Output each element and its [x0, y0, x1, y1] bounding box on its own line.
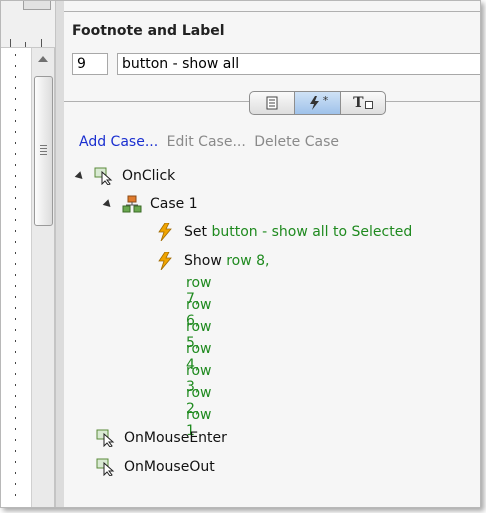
event-cursor-icon — [96, 429, 115, 447]
text-style-box-icon — [364, 101, 373, 109]
ruler-tick — [15, 384, 16, 386]
case1-label: Case 1 — [150, 196, 198, 212]
tree-action-set[interactable]: Set button - show all to Selected — [156, 223, 412, 241]
show-verb: Show — [184, 253, 222, 269]
ruler-tick — [15, 494, 16, 496]
ruler-tick — [15, 274, 16, 276]
collapse-icon[interactable] — [102, 198, 114, 210]
tree-node-onmouseout[interactable]: OnMouseOut — [96, 458, 215, 476]
ruler-tick — [15, 175, 16, 177]
ruler-tick — [15, 153, 16, 155]
ruler-tick — [15, 241, 16, 243]
set-verb: Set — [184, 224, 207, 240]
ruler-tick — [15, 263, 16, 265]
ruler-tick — [15, 87, 16, 89]
ruler-tick — [15, 142, 16, 144]
ruler-tick — [15, 252, 16, 254]
ruler-tick — [15, 197, 16, 199]
ruler-tick — [15, 307, 16, 309]
ruler-tick — [15, 340, 16, 342]
tree-action-show[interactable]: Show row 8, — [156, 252, 270, 270]
delete-case-link: Delete Case — [254, 134, 339, 150]
ruler-tick — [15, 450, 16, 452]
ruler-tick — [15, 318, 16, 320]
tree-node-onmouseenter[interactable]: OnMouseEnter — [96, 429, 227, 447]
event-cursor-icon — [94, 167, 113, 185]
ruler-tick — [15, 362, 16, 364]
ruler-tick — [15, 230, 16, 232]
ruler-tick — [15, 428, 16, 430]
ruler-tick — [15, 296, 16, 298]
ruler-tab[interactable] — [23, 1, 51, 10]
text-style-icon: T — [353, 95, 364, 111]
set-target: button - show all to Selected — [211, 224, 413, 240]
ruler-vertical — [1, 48, 32, 507]
ruler-tick — [15, 186, 16, 188]
case-actions: Add Case... Edit Case... Delete Case — [79, 134, 339, 150]
ruler-tick — [15, 219, 16, 221]
add-case-link[interactable]: Add Case... — [79, 134, 158, 150]
ruler-tick — [15, 131, 16, 133]
footnote-number-field[interactable]: 9 — [72, 53, 108, 75]
ruler-tick — [15, 109, 16, 111]
lightning-icon — [158, 252, 172, 270]
interactions-tab-marker: * — [322, 93, 329, 107]
ruler-top — [1, 1, 61, 48]
onclick-label: OnClick — [122, 168, 176, 184]
ruler-tick — [15, 472, 16, 474]
ruler-tick — [15, 439, 16, 441]
interactions-tab[interactable]: * — [295, 92, 341, 114]
ruler-tick — [15, 395, 16, 397]
ruler-tick — [15, 285, 16, 287]
window-frame: Footnote and Label 9 button - show all * — [0, 0, 481, 508]
vertical-scrollbar[interactable] — [32, 48, 55, 507]
ruler-tick — [15, 329, 16, 331]
show-target: row 8, — [226, 253, 270, 269]
onmouseenter-label: OnMouseEnter — [124, 430, 227, 446]
ruler-tick — [15, 417, 16, 419]
ruler-tick — [15, 351, 16, 353]
panel-tab-group: * T — [249, 91, 386, 115]
tree-node-case1[interactable]: Case 1 — [102, 195, 198, 213]
lightning-icon — [158, 223, 172, 241]
ruler-tick — [15, 76, 16, 78]
ruler-tick — [15, 406, 16, 408]
scroll-thumb[interactable] — [34, 76, 53, 226]
ruler-tick — [15, 54, 16, 56]
page-notes-icon — [266, 96, 278, 110]
ruler-tick — [15, 208, 16, 210]
tree-node-onclick[interactable]: OnClick — [74, 167, 176, 185]
edit-case-link: Edit Case... — [166, 134, 246, 150]
interactions-icon — [309, 96, 319, 110]
properties-panel: Footnote and Label 9 button - show all * — [64, 1, 480, 507]
event-cursor-icon — [96, 458, 115, 476]
scroll-up-icon[interactable] — [38, 56, 48, 62]
ruler-tick — [15, 483, 16, 485]
onmouseout-label: OnMouseOut — [124, 459, 215, 475]
ruler-tick — [15, 120, 16, 122]
collapse-icon[interactable] — [74, 170, 86, 182]
page-notes-tab[interactable] — [250, 92, 296, 114]
section-title: Footnote and Label — [72, 23, 225, 39]
text-style-tab[interactable]: T — [341, 92, 385, 114]
label-input[interactable]: button - show all — [117, 53, 480, 75]
ruler-tick — [15, 65, 16, 67]
ruler-tick — [15, 164, 16, 166]
ruler-tick — [15, 373, 16, 375]
case-branch-icon — [122, 195, 142, 213]
ruler-tick — [15, 98, 16, 100]
ruler-tick — [15, 461, 16, 463]
